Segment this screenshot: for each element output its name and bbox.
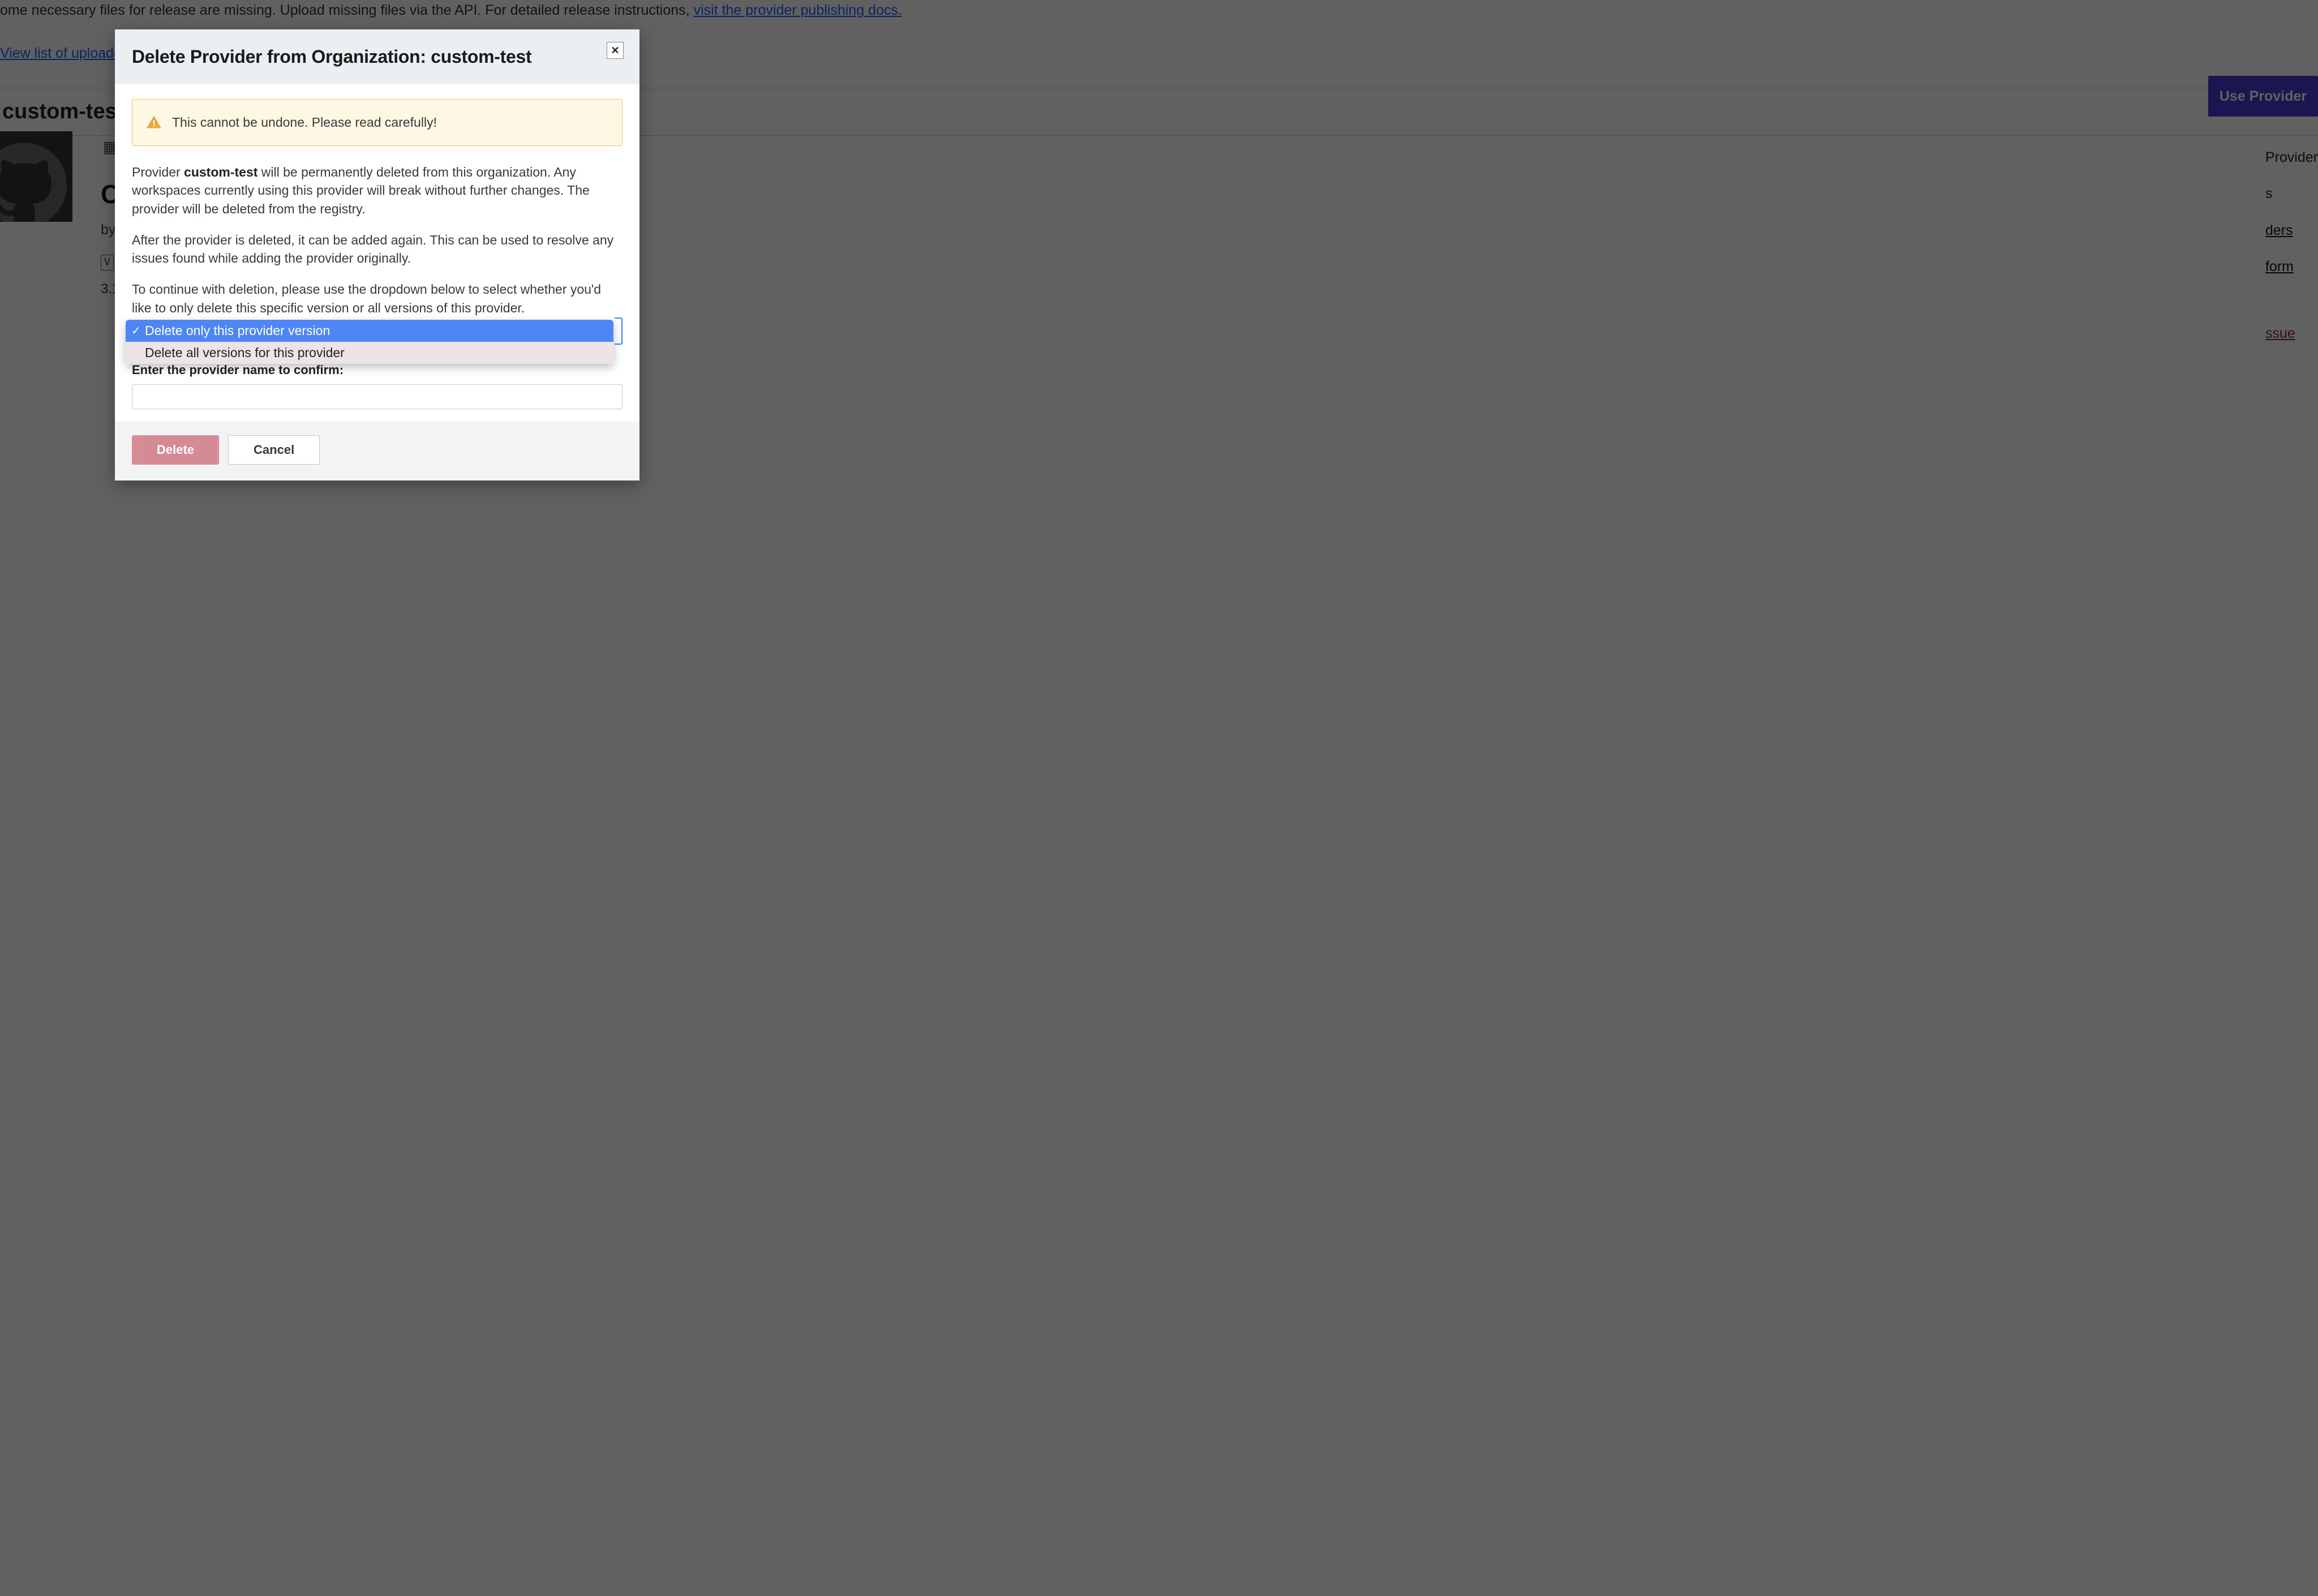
modal-paragraph-1: Provider custom-test will be permanently…: [132, 163, 623, 218]
warning-text: This cannot be undone. Please read caref…: [172, 113, 437, 132]
select-option-this-version[interactable]: ✓ Delete only this provider version: [126, 320, 613, 342]
modal-close-button[interactable]: ✕: [607, 42, 624, 59]
modal-header: Delete Provider from Organization: custo…: [115, 29, 639, 84]
modal-paragraph-3: To continue with deletion, please use th…: [132, 280, 623, 317]
select-listbox: ✓ Delete only this provider version Dele…: [126, 320, 613, 364]
modal-paragraph-2: After the provider is deleted, it can be…: [132, 231, 623, 268]
warning-icon: [146, 114, 162, 130]
modal-footer: Delete Cancel: [115, 422, 639, 480]
select-option-all-versions[interactable]: Delete all versions for this provider: [126, 342, 613, 364]
modal-title: Delete Provider from Organization: custo…: [132, 46, 623, 67]
select-option-label: Delete only this provider version: [145, 323, 330, 338]
provider-name-strong: custom-test: [184, 165, 257, 179]
delete-provider-modal: Delete Provider from Organization: custo…: [115, 29, 639, 480]
delete-button[interactable]: Delete: [132, 435, 219, 465]
close-icon: ✕: [611, 45, 619, 56]
select-focus-ring: [615, 318, 623, 345]
checkmark-icon: ✓: [131, 324, 141, 338]
modal-body: This cannot be undone. Please read caref…: [115, 84, 639, 422]
confirm-provider-name-input[interactable]: [132, 384, 623, 409]
cancel-button[interactable]: Cancel: [228, 435, 320, 465]
select-option-label: Delete all versions for this provider: [145, 345, 345, 360]
warning-banner: This cannot be undone. Please read caref…: [132, 99, 623, 146]
